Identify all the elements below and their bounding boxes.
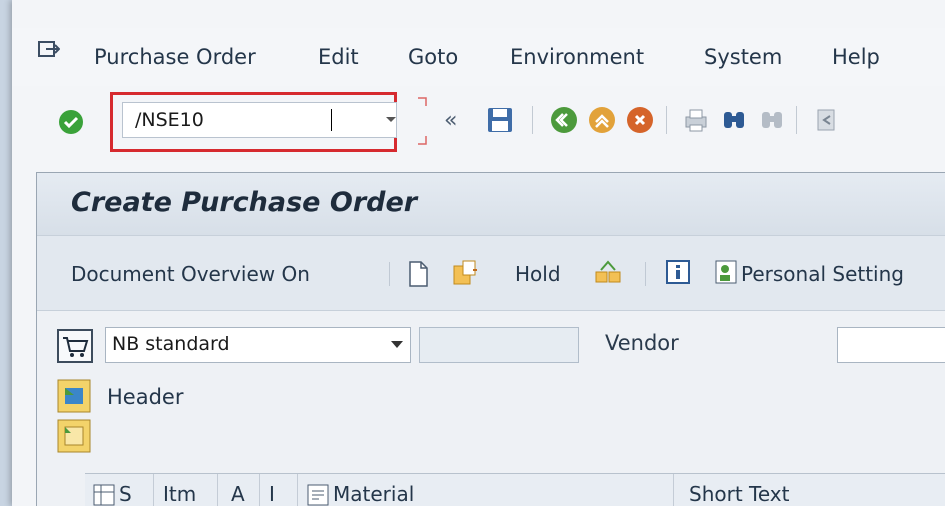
- collapse-arrows-icon[interactable]: «: [444, 108, 457, 133]
- item-overview-icon[interactable]: [57, 419, 91, 453]
- col-account-assignment[interactable]: A: [231, 482, 245, 506]
- vendor-input[interactable]: [837, 327, 945, 363]
- save-icon[interactable]: [486, 106, 514, 134]
- title-bar: Create Purchase Order: [37, 173, 945, 235]
- col-short-text[interactable]: Short Text: [689, 482, 789, 506]
- document-type-select[interactable]: NB standard: [105, 327, 411, 363]
- main-panel: Create Purchase Order Document Overview …: [36, 172, 945, 506]
- menu-help[interactable]: Help: [832, 45, 880, 69]
- header-expand-icon[interactable]: [57, 379, 91, 413]
- toolbar-separator: [389, 262, 390, 286]
- shopping-cart-icon[interactable]: [57, 329, 93, 363]
- column-divider: [153, 474, 154, 506]
- personal-setting-icon[interactable]: [713, 258, 741, 286]
- item-table-header: S Itm A I Material Short Text: [85, 473, 945, 506]
- toolbar-separator: [645, 262, 646, 286]
- new-document-icon[interactable]: [407, 260, 429, 288]
- document-type-value: NB standard: [112, 333, 230, 355]
- vendor-label: Vendor: [605, 331, 679, 355]
- col-item[interactable]: Itm: [163, 482, 196, 506]
- find-next-icon[interactable]: [758, 106, 786, 134]
- exit-icon[interactable]: [588, 106, 616, 134]
- col-status[interactable]: S: [119, 482, 132, 506]
- personal-setting-button[interactable]: Personal Setting: [741, 262, 904, 286]
- first-page-icon[interactable]: [812, 106, 840, 134]
- menu-system[interactable]: System: [704, 45, 782, 69]
- col-material[interactable]: Material: [333, 482, 414, 506]
- toolbar-separator: [532, 106, 533, 134]
- application-toolbar: Document Overview On Hold Personal Setti…: [37, 235, 945, 311]
- cancel-icon[interactable]: [626, 106, 654, 134]
- menu-environment[interactable]: Environment: [510, 45, 644, 69]
- back-icon[interactable]: [550, 106, 578, 134]
- chevron-down-icon[interactable]: [382, 110, 400, 128]
- po-number-field[interactable]: [419, 327, 579, 363]
- column-divider: [217, 474, 218, 506]
- other-purchase-order-icon[interactable]: [451, 258, 479, 286]
- check-icon[interactable]: [593, 258, 623, 286]
- text-caret: [331, 109, 332, 131]
- hold-button[interactable]: Hold: [515, 262, 561, 286]
- info-icon[interactable]: [665, 258, 691, 286]
- system-toolbar: /NSE10 «: [12, 86, 945, 156]
- print-icon[interactable]: [682, 106, 710, 134]
- document-overview-button[interactable]: Document Overview On: [71, 262, 310, 286]
- command-field[interactable]: /NSE10: [122, 102, 397, 138]
- column-divider: [673, 474, 674, 506]
- menu-edit[interactable]: Edit: [318, 45, 359, 69]
- table-settings-icon[interactable]: [93, 484, 115, 506]
- sap-window: Purchase Order Edit Goto Environment Sys…: [12, 0, 945, 506]
- header-label: Header: [107, 385, 184, 409]
- doc-type-row: NB standard Vendor: [37, 323, 945, 369]
- menu-purchase-order[interactable]: Purchase Order: [94, 45, 256, 69]
- chevron-down-icon: [391, 341, 403, 348]
- field-bracket-icon: [418, 97, 427, 145]
- page-title: Create Purchase Order: [71, 187, 418, 218]
- enter-check-icon[interactable]: [58, 109, 84, 135]
- menu-goto[interactable]: Goto: [408, 45, 458, 69]
- toolbar-separator: [666, 106, 667, 134]
- find-icon[interactable]: [720, 106, 748, 134]
- column-divider: [259, 474, 260, 506]
- menu-bar: Purchase Order Edit Goto Environment Sys…: [12, 28, 945, 86]
- material-column-icon: [307, 484, 329, 506]
- menu-exit-icon[interactable]: [38, 40, 60, 60]
- command-field-value: /NSE10: [135, 109, 204, 131]
- column-divider: [297, 474, 298, 506]
- col-item-category[interactable]: I: [269, 482, 275, 506]
- toolbar-separator: [796, 106, 797, 134]
